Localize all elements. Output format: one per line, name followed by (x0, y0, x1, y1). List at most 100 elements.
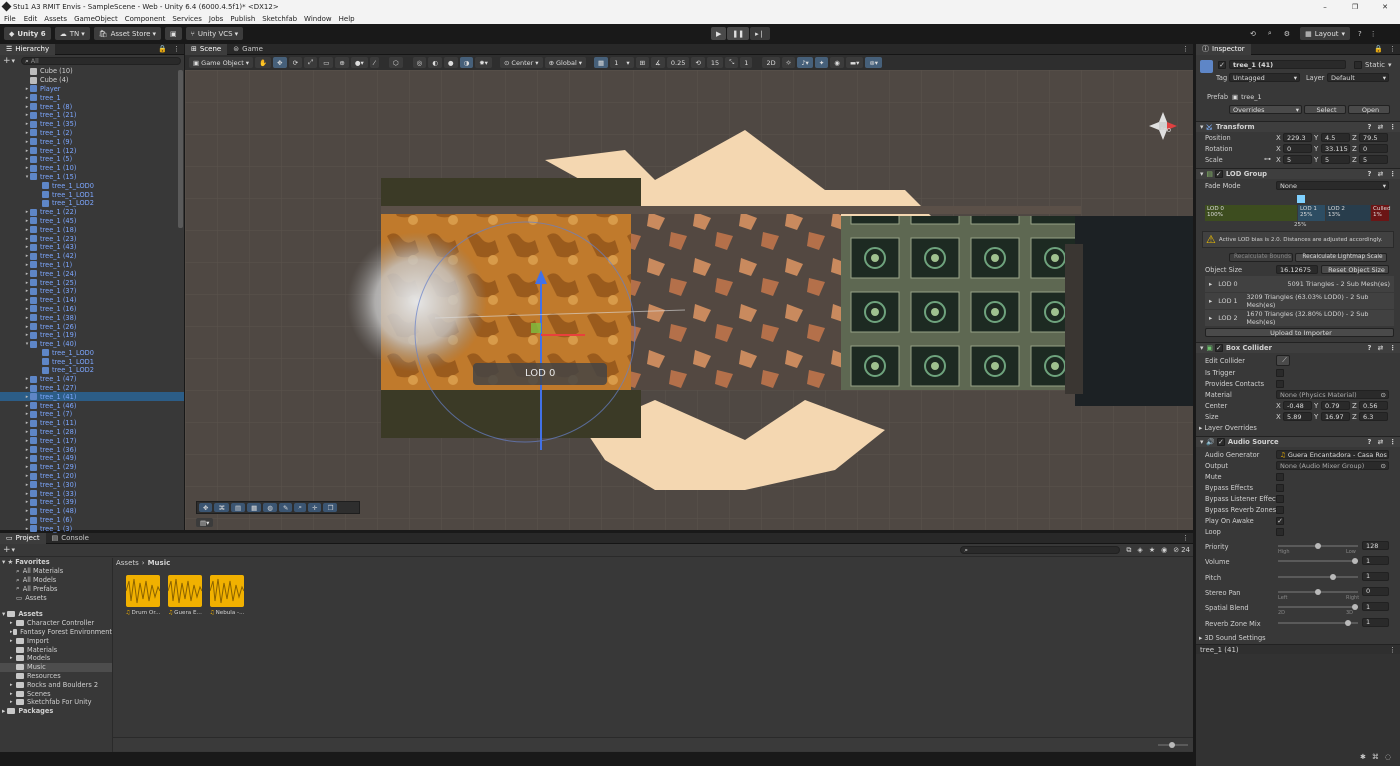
volume-slider-knob[interactable] (1352, 558, 1358, 565)
hidden-packages-icon[interactable]: ⊘ (1173, 546, 1179, 554)
hierarchy-row[interactable]: ▾ tree_1 (40) (0, 340, 184, 349)
menu-icon[interactable]: ⋮ (1389, 45, 1396, 53)
lod-list-item[interactable]: ▸ LOD 1 3209 Triangles (63.03% LOD0) - 2 S… (1205, 293, 1394, 309)
step-button[interactable]: ▸❘ (750, 27, 770, 40)
menu-icon[interactable]: ⋮ (1389, 646, 1396, 654)
thumbnail-size-knob[interactable] (1169, 742, 1175, 748)
tool-mode-dropdown[interactable]: ▣ Game Object ▾ (189, 57, 254, 68)
preset-icon[interactable]: ⇄ (1378, 123, 1384, 131)
rotate-tool-button[interactable]: ⟳ (288, 57, 303, 68)
add-icon[interactable]: + (3, 545, 11, 555)
hierarchy-row[interactable]: Cube (4) (0, 76, 184, 85)
audio-output-field[interactable]: None (Audio Mixer Group) ⊙ (1276, 461, 1389, 470)
menu-icon[interactable]: ⋮ (1182, 45, 1189, 53)
hierarchy-row[interactable]: ▸ tree_1 (49) (0, 454, 184, 463)
tab-inspector[interactable]: ⓘ Inspector (1196, 43, 1251, 55)
overlay-brush-icon[interactable]: ✎ (278, 503, 293, 512)
hierarchy-row[interactable]: ▸ tree_1 (7) (0, 410, 184, 419)
package-icon-button[interactable]: ▣ (165, 27, 182, 40)
hierarchy-row[interactable]: ▸ tree_1 (22) (0, 208, 184, 217)
hand-tool-button[interactable]: ✋ (255, 57, 272, 68)
minimize-button[interactable]: – (1310, 3, 1340, 11)
static-checkbox[interactable] (1354, 61, 1362, 69)
hierarchy-row[interactable]: ▸ tree_1 (37) (0, 287, 184, 296)
bypass-reverb-checkbox[interactable] (1276, 506, 1284, 514)
filter-type-icon[interactable]: ⧉ (1126, 546, 1131, 555)
scene-viewport[interactable] (185, 70, 1193, 530)
play-on-awake-checkbox[interactable]: ✓ (1276, 517, 1284, 525)
hierarchy-row[interactable]: ▸ tree_1 (6) (0, 516, 184, 525)
assets-header[interactable]: ▾ Assets (0, 610, 112, 619)
position-z-field[interactable]: 79.5 (1359, 133, 1388, 142)
open-button[interactable]: Open (1348, 105, 1390, 114)
hierarchy-row[interactable]: ▾ tree_1 (15) (0, 173, 184, 182)
help-icon[interactable]: ? (1368, 438, 1372, 446)
overlay-menu-button[interactable]: ▤▾ (196, 518, 214, 527)
recalc-lightmap-button[interactable]: Recalculate Lightmap Scale (1295, 252, 1387, 262)
audio-asset-tile[interactable]: ♫Nebula -... (206, 575, 248, 616)
menu-help[interactable]: Help (339, 15, 355, 23)
stereo-pan-slider-knob[interactable] (1315, 588, 1321, 595)
prefab-field[interactable]: ▣ tree_1 (1229, 92, 1389, 101)
select-button[interactable]: Select (1304, 105, 1346, 114)
chevron-down-icon[interactable]: ▾ (12, 546, 16, 554)
close-button[interactable]: ✕ (1370, 3, 1400, 11)
account-dropdown[interactable]: ☁ TN ▾ (54, 27, 90, 40)
rotation-y-field[interactable]: 33.115 (1321, 144, 1350, 153)
menu-publish[interactable]: Publish (230, 15, 255, 23)
audio-generator-field[interactable]: ♫ Guera Encantadora - Casa Ros (1276, 450, 1389, 459)
mode-2d-button[interactable]: 2D (762, 57, 780, 68)
favorite-icon[interactable]: ★ (1149, 546, 1155, 554)
gizmos-button[interactable]: ⊛▾ (865, 57, 883, 68)
audio-source-checkbox[interactable]: ✓ (1216, 438, 1225, 446)
recalc-bounds-button[interactable]: Recalculate Bounds (1229, 252, 1293, 262)
audio-source-header[interactable]: ▾ 🔊 ✓ Audio Source ? ⇄ ⋮ (1196, 436, 1400, 447)
menu-icon[interactable]: ⋮ (1182, 534, 1189, 542)
hierarchy-row[interactable]: ▸ tree_1 (27) (0, 384, 184, 393)
preset-icon[interactable]: ⇄ (1378, 438, 1384, 446)
asset-store-button[interactable]: 🛍 Asset Store ▾ (93, 27, 161, 40)
packages-header[interactable]: ▸ Packages (0, 707, 112, 716)
scale-x-field[interactable]: 5 (1283, 155, 1312, 164)
folder-item[interactable]: Materials (0, 645, 112, 654)
maximize-button[interactable]: ❐ (1340, 3, 1370, 11)
hierarchy-row[interactable]: ▸ tree_1 (14) (0, 296, 184, 305)
object-size-field[interactable]: 16.12675 (1276, 265, 1318, 274)
scale-z-field[interactable]: 5 (1359, 155, 1388, 164)
hierarchy-search-input[interactable]: ⌕ All (21, 57, 181, 65)
audio-button[interactable]: ♪▾ (797, 57, 813, 68)
menu-icon[interactable]: ⋮ (173, 45, 180, 53)
preset-icon[interactable]: ⇄ (1378, 344, 1384, 352)
lod-group-checkbox[interactable]: ✓ (1214, 170, 1223, 178)
hierarchy-row[interactable]: ▸ tree_1 (48) (0, 507, 184, 516)
history-icon[interactable]: ⟲ (1250, 30, 1256, 38)
hierarchy-row[interactable]: ▸ tree_1 (28) (0, 428, 184, 437)
grid-toggle-button[interactable]: ▦ (594, 57, 609, 68)
pitch-slider-knob[interactable] (1329, 573, 1336, 580)
hierarchy-row[interactable]: ▸ tree_1 (39) (0, 498, 184, 507)
overlay-arrows-icon[interactable]: ✛ (308, 503, 322, 512)
chevron-right-icon[interactable]: ▸ (1209, 314, 1212, 322)
audio-asset-tile[interactable]: ♫Guera E... (164, 575, 206, 616)
unity-account-button[interactable]: ◆ Unity 6 (4, 27, 51, 40)
hierarchy-row[interactable]: ▸ tree_1 (36) (0, 445, 184, 454)
rect-tool-button[interactable]: ▭ (319, 57, 334, 68)
favorite-item[interactable]: ⌕ All Models (0, 576, 112, 585)
search-icon[interactable]: ⌕ (1268, 29, 1272, 38)
effects-button[interactable]: ✦ (814, 57, 829, 68)
help-icon[interactable]: ? (1358, 30, 1362, 38)
folder-item[interactable]: ▸ Scenes (0, 689, 112, 698)
bug-icon[interactable]: ✱ (1360, 753, 1366, 761)
menu-icon[interactable]: ⋮ (1389, 344, 1396, 352)
overlay-paint-icon[interactable]: ▤ (230, 503, 246, 512)
tab-game[interactable]: ⊜ Game (227, 44, 269, 55)
favorites-header[interactable]: ▾ ★ Favorites (0, 558, 112, 567)
hierarchy-row[interactable]: ▸ tree_1 (16) (0, 305, 184, 314)
grid-size-field[interactable]: 1 ▾ (610, 57, 634, 68)
settings-icon[interactable]: ⚙ (1284, 30, 1290, 38)
snap-angle-button[interactable]: ∡ (651, 57, 665, 68)
pause-button[interactable]: ❚❚ (727, 27, 750, 40)
menu-assets[interactable]: Assets (44, 15, 67, 23)
pitch-field[interactable]: 1 (1362, 571, 1389, 581)
view-cube-button[interactable]: ⬡ (388, 57, 403, 68)
